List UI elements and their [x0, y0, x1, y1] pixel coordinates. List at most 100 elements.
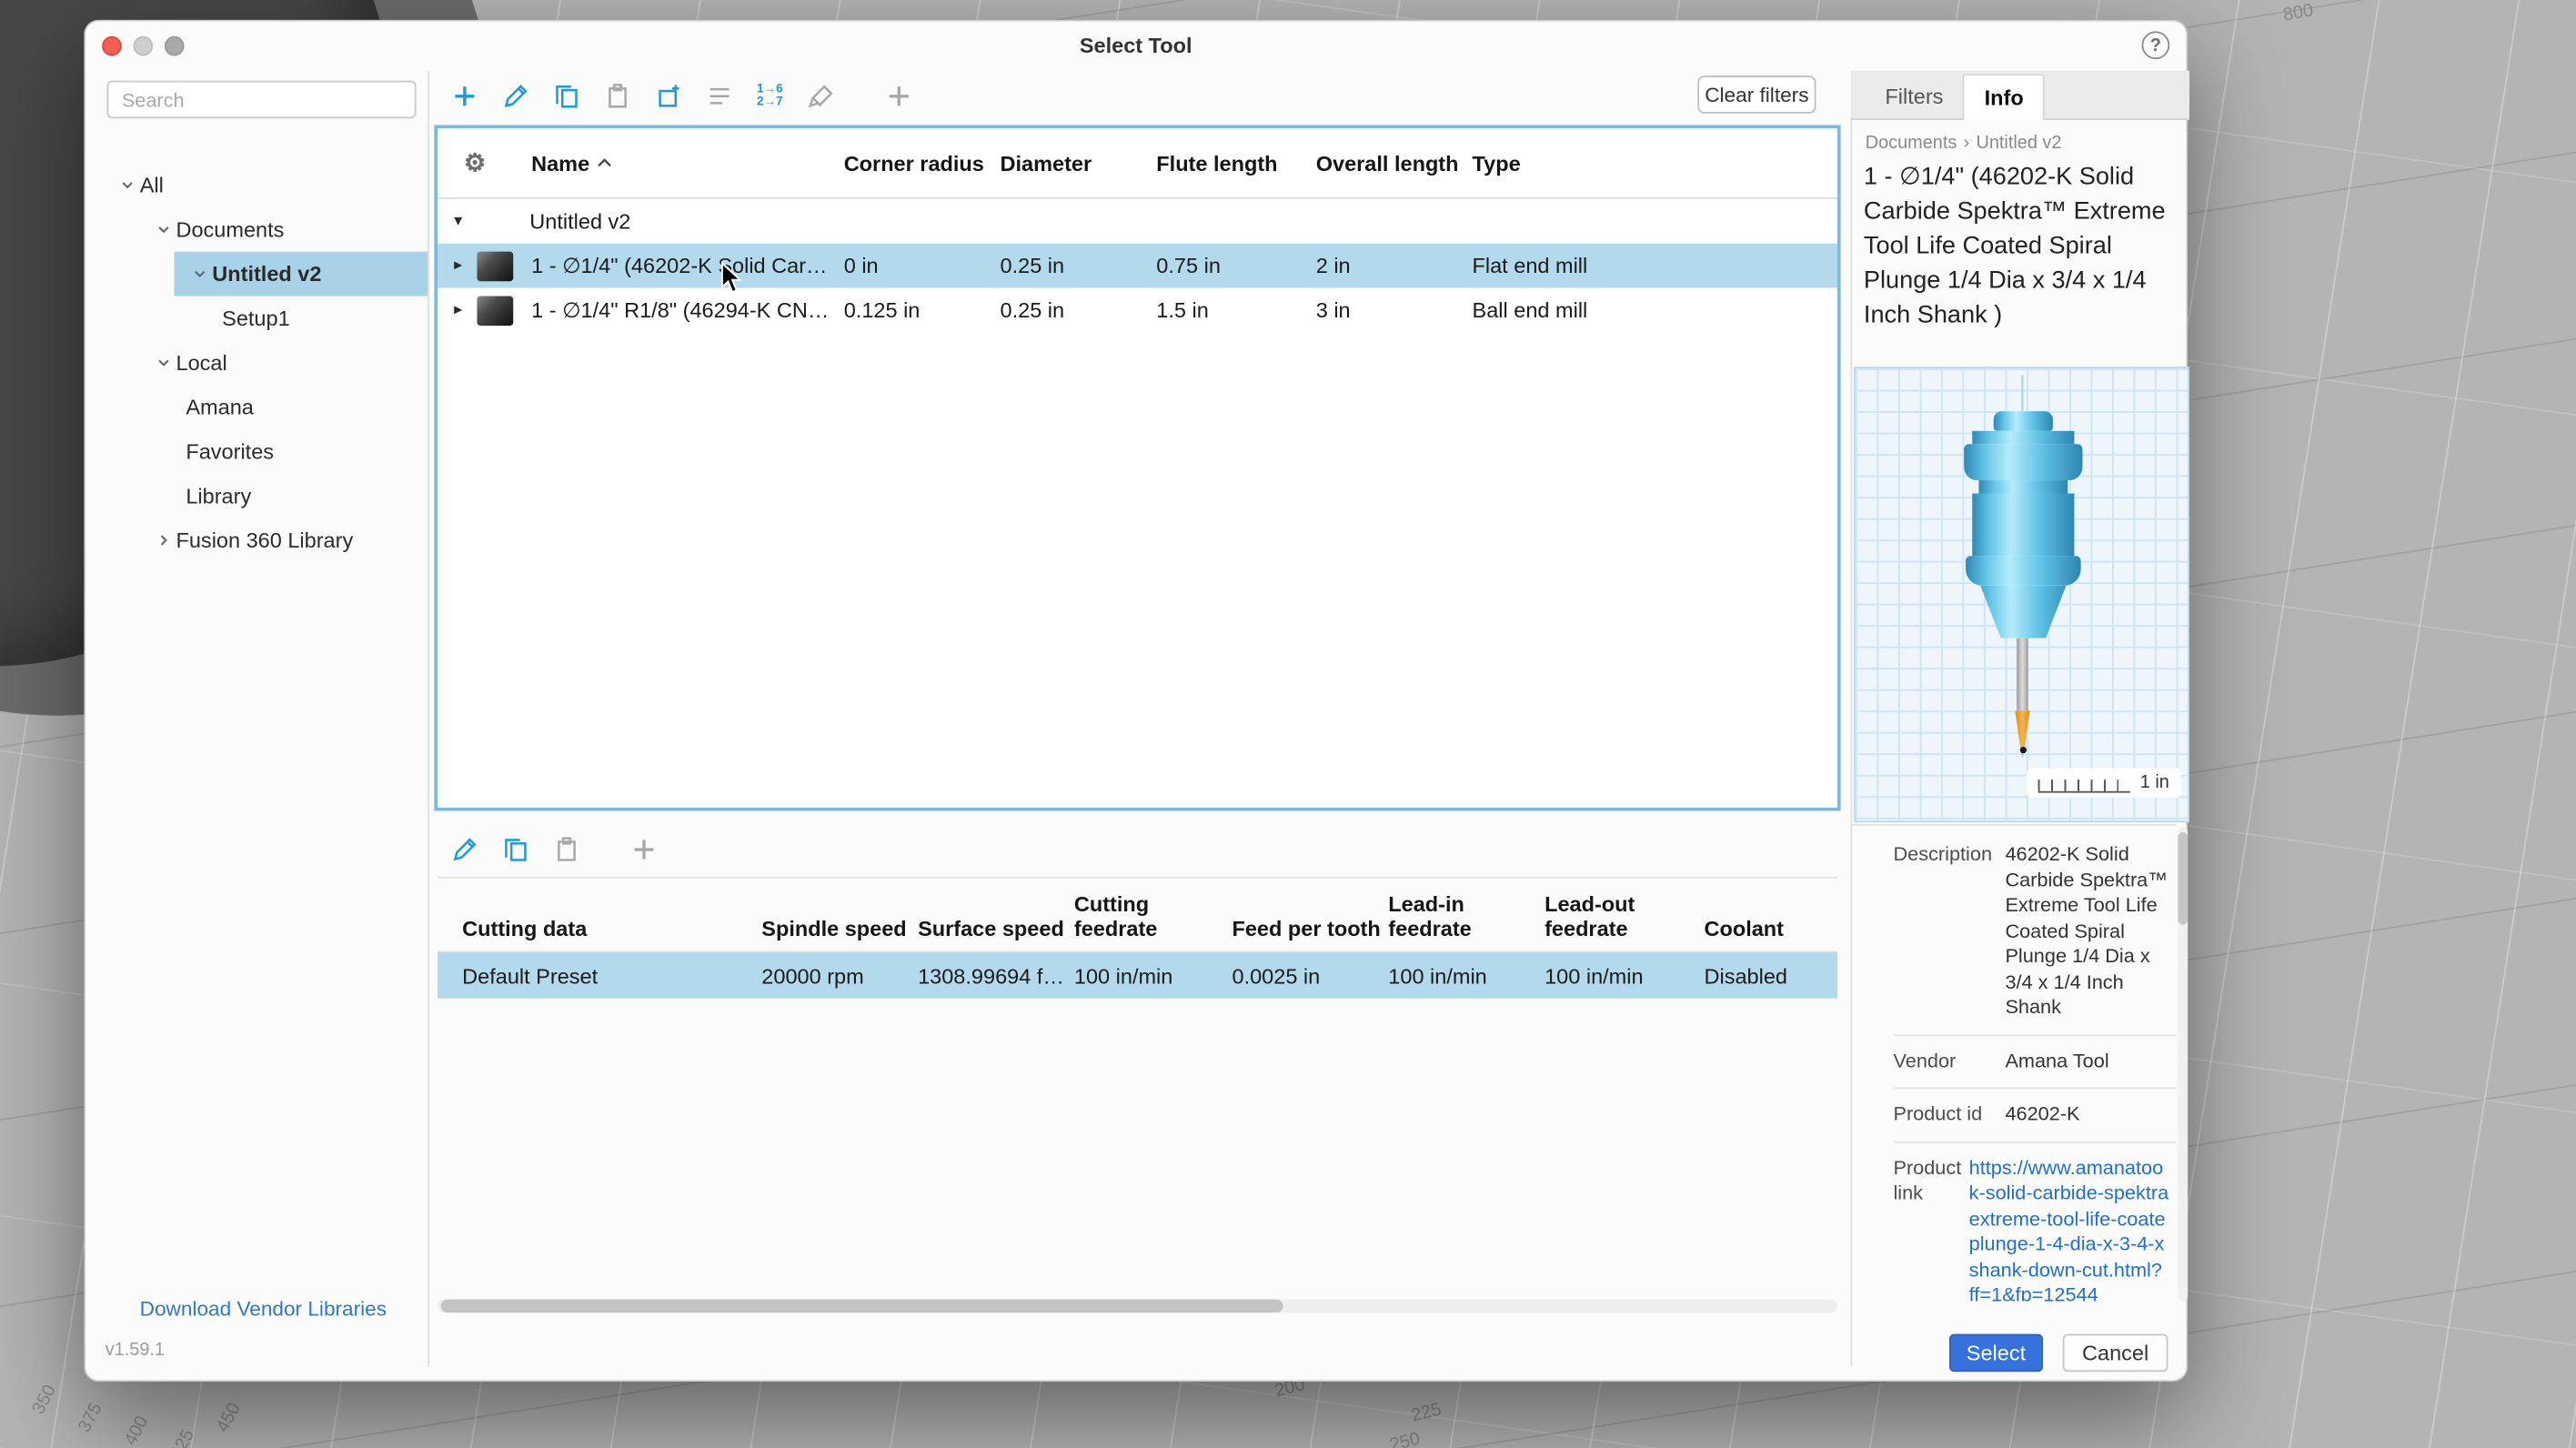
product-link[interactable]: ff=1&fp=12544 [1969, 1283, 2177, 1302]
preset-column-header-coolant[interactable]: Coolant [1705, 916, 1837, 940]
renumber-tools-icon[interactable]: 1→62→7 [750, 75, 790, 115]
sidebar-item-library[interactable]: Library [99, 474, 428, 518]
sidebar-item-all[interactable]: All [99, 163, 428, 207]
column-header-flute-length[interactable]: Flute length [1156, 150, 1315, 175]
corner-radius-cell: 0.125 in [844, 297, 1001, 322]
tool-preview: 1 in [1854, 367, 2189, 822]
right-chevron-icon[interactable] [150, 533, 176, 548]
product-link[interactable]: k-solid-carbide-spektra [1969, 1181, 2177, 1206]
delete-tool-icon[interactable] [879, 75, 918, 115]
sidebar-item-untitled-v2[interactable]: Untitled v2 [99, 252, 428, 297]
sidebar-item-local[interactable]: Local [99, 340, 428, 385]
preset-column-header-spindle-speed[interactable]: Spindle speed [761, 916, 918, 940]
preset-column-header-cutting-data[interactable]: Cutting data [462, 916, 761, 940]
preset-column-header-lead-in-feedrate[interactable]: Lead-in feedrate [1388, 891, 1545, 940]
detail-row-description: Description46202-K Solid Carbide Spektra… [1893, 829, 2176, 1035]
down-chevron-icon[interactable] [114, 177, 140, 192]
preset-column-header-feed-per-tooth[interactable]: Feed per tooth [1232, 916, 1388, 940]
cancel-button[interactable]: Cancel [2063, 1334, 2168, 1373]
tab-info[interactable]: Info [1963, 74, 2045, 120]
column-header-type[interactable]: Type [1473, 150, 1837, 175]
preset-column-header-lead-out-feedrate[interactable]: Lead-out feedrate [1545, 891, 1704, 940]
download-vendor-libraries-link[interactable]: Download Vendor Libraries [99, 1298, 428, 1321]
detail-label: Product id [1893, 1102, 1998, 1128]
breadcrumb-separator-icon: › [1964, 133, 1970, 153]
horizontal-scrollbar-thumb[interactable] [441, 1300, 1283, 1312]
copy-tool-icon[interactable] [546, 75, 585, 115]
preset-toolbar [444, 829, 663, 868]
edit-tool-icon[interactable] [495, 75, 534, 115]
sidebar-item-favorites[interactable]: Favorites [99, 429, 428, 474]
column-header-corner-radius[interactable]: Corner radius [844, 150, 1001, 175]
library-sidebar: AllDocumentsUntitled v2Setup1LocalAmanaF… [99, 71, 428, 1347]
breadcrumb-documents[interactable]: Documents [1866, 133, 1957, 153]
down-chevron-icon[interactable] [186, 266, 212, 281]
tool-row[interactable]: ▸1 - ∅1/4" R1/8" (46294-K CNC 2…0.125 in… [438, 287, 1837, 332]
detail-label: Product link [1893, 1155, 1962, 1301]
vertical-scrollbar[interactable] [2178, 828, 2188, 1302]
sidebar-item-documents[interactable]: Documents [99, 207, 428, 252]
horizontal-scrollbar[interactable] [438, 1300, 1837, 1312]
merge-tools-icon[interactable] [699, 75, 739, 115]
vertical-scrollbar-thumb[interactable] [2178, 832, 2188, 924]
ruler-label: 1 in [2140, 773, 2169, 793]
down-chevron-icon[interactable] [150, 222, 176, 236]
product-link[interactable]: https://www.amanatoo [1969, 1155, 2177, 1181]
version-label: v1.59.1 [106, 1341, 165, 1361]
clear-filters-button[interactable]: Clear filters [1697, 75, 1816, 114]
sidebar-item-label: Local [176, 340, 226, 385]
sidebar-item-label: Fusion 360 Library [176, 518, 353, 563]
copy-preset-icon[interactable] [495, 829, 534, 868]
down-chevron-icon[interactable] [150, 356, 176, 370]
tag-tool-icon[interactable] [801, 75, 840, 115]
detail-value: 46202-K [2005, 1102, 2176, 1128]
paste-preset-icon[interactable] [546, 829, 585, 868]
paste-tool-icon[interactable] [597, 75, 636, 115]
preset-column-header-cutting-feedrate[interactable]: Cutting feedrate [1074, 891, 1233, 940]
type-cell: Flat end mill [1473, 253, 1837, 277]
preset-cell: 100 in/min [1388, 963, 1545, 988]
preset-column-header-surface-speed[interactable]: Surface speed [918, 916, 1074, 940]
search-input[interactable] [107, 81, 417, 119]
preset-table: Cutting dataSpindle speedSurface speedCu… [438, 877, 1837, 999]
column-header-diameter[interactable]: Diameter [1001, 150, 1157, 175]
detail-value: https://www.amanatook-solid-carbide-spek… [1969, 1155, 2177, 1301]
tool-group-row[interactable]: ▾ Untitled v2 [438, 199, 1837, 244]
tab-filters[interactable]: Filters [1866, 74, 1963, 118]
expand-row-icon[interactable]: ▸ [454, 301, 467, 319]
product-link[interactable]: extreme-tool-life-coate [1969, 1206, 2177, 1232]
sidebar-item-fusion-360-library[interactable]: Fusion 360 Library [99, 518, 428, 563]
library-tree: AllDocumentsUntitled v2Setup1LocalAmanaF… [99, 163, 428, 562]
preset-cell: 1308.99694 f… [918, 963, 1074, 988]
detail-value: 46202-K Solid Carbide Spektra™ Extreme T… [2005, 842, 2176, 1021]
product-link[interactable]: plunge-1-4-dia-x-3-4-x [1969, 1232, 2177, 1257]
tool-render-top [1994, 411, 2053, 431]
sidebar-item-label: Setup1 [222, 297, 290, 341]
add-tool-icon[interactable] [444, 75, 483, 115]
tool-table-header: ⚙ Name Corner radius Diameter Flute leng… [438, 128, 1837, 199]
overall-length-cell: 3 in [1316, 297, 1473, 322]
preset-row[interactable]: Default Preset20000 rpm1308.99694 f…100 … [438, 952, 1837, 999]
detail-row-product-id: Product id 46202-K [1893, 1089, 2176, 1142]
select-button[interactable]: Select [1949, 1334, 2043, 1373]
expand-row-icon[interactable]: ▸ [454, 256, 467, 275]
detail-row-product-link: Product linkhttps://www.amanatook-solid-… [1893, 1142, 2176, 1302]
column-header-name[interactable]: Name [531, 150, 844, 175]
collapse-group-icon[interactable]: ▾ [454, 212, 529, 230]
preset-cell: Disabled [1705, 963, 1837, 988]
tool-rows: ▸1 - ∅1/4" (46202-K Solid Carbid…0 in0.2… [438, 244, 1837, 333]
column-header-overall-length[interactable]: Overall length [1316, 150, 1473, 175]
delete-preset-icon[interactable] [623, 829, 662, 868]
edit-preset-icon[interactable] [444, 829, 483, 868]
sidebar-item-amana[interactable]: Amana [99, 385, 428, 429]
duplicate-tool-icon[interactable] [649, 75, 688, 115]
table-settings-gear-icon[interactable]: ⚙ [464, 150, 486, 178]
tool-row[interactable]: ▸1 - ∅1/4" (46202-K Solid Carbid…0 in0.2… [438, 244, 1837, 288]
dialog-titlebar[interactable]: Select Tool [86, 22, 2186, 71]
sidebar-item-setup1[interactable]: Setup1 [99, 297, 428, 341]
help-icon[interactable]: ? [2142, 31, 2170, 59]
tool-render-collar [1966, 556, 2081, 586]
product-link[interactable]: shank-down-cut.html? [1969, 1258, 2177, 1283]
preset-cell: 20000 rpm [761, 963, 918, 988]
breadcrumb-untitled-v2[interactable]: Untitled v2 [1976, 133, 2061, 153]
